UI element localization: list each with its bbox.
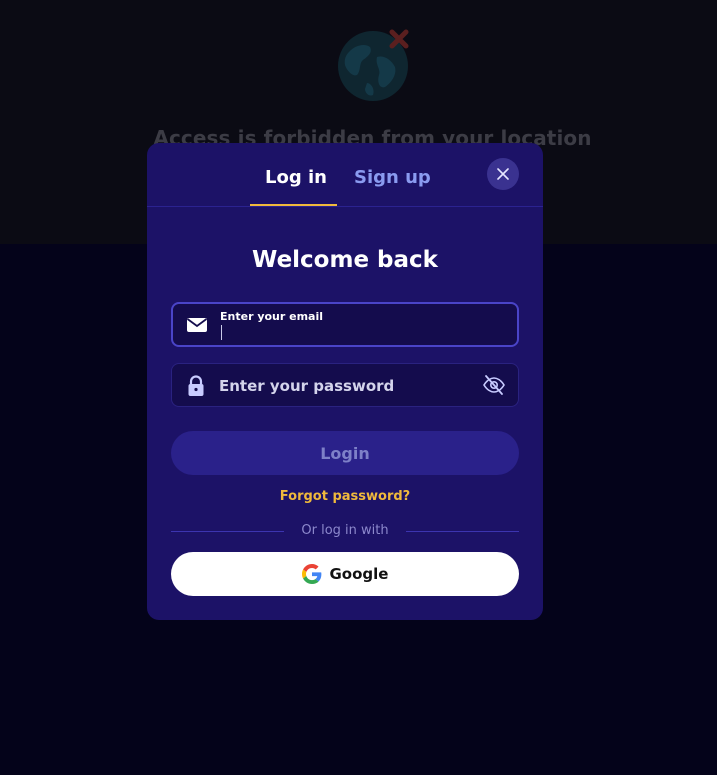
divider-right [406, 531, 519, 532]
lock-icon [185, 375, 207, 396]
close-button[interactable] [487, 158, 519, 190]
login-modal: Log in Sign up Welcome back Enter your e… [147, 143, 543, 620]
envelope-icon [186, 315, 208, 335]
email-input[interactable] [225, 324, 505, 342]
tab-log-in[interactable]: Log in [265, 167, 327, 188]
password-input[interactable] [219, 376, 469, 396]
tab-sign-up[interactable]: Sign up [354, 167, 431, 188]
email-label: Enter your email [220, 310, 324, 323]
auth-tabs: Log in Sign up [147, 143, 543, 207]
modal-heading: Welcome back [252, 247, 438, 273]
text-caret [221, 325, 222, 340]
forgot-password-link[interactable]: Forgot password? [147, 489, 543, 504]
google-button-label: Google [329, 565, 389, 583]
active-tab-indicator [250, 204, 337, 206]
email-field[interactable]: Enter your email [171, 302, 519, 347]
close-icon [497, 168, 509, 180]
eye-off-icon[interactable] [482, 373, 506, 397]
login-button[interactable]: Login [171, 431, 519, 475]
page: Access is forbidden from your location L… [0, 0, 717, 775]
password-field[interactable] [171, 363, 519, 407]
google-icon [301, 564, 321, 584]
google-login-button[interactable]: Google [171, 552, 519, 596]
globe-blocked-icon [337, 27, 411, 101]
